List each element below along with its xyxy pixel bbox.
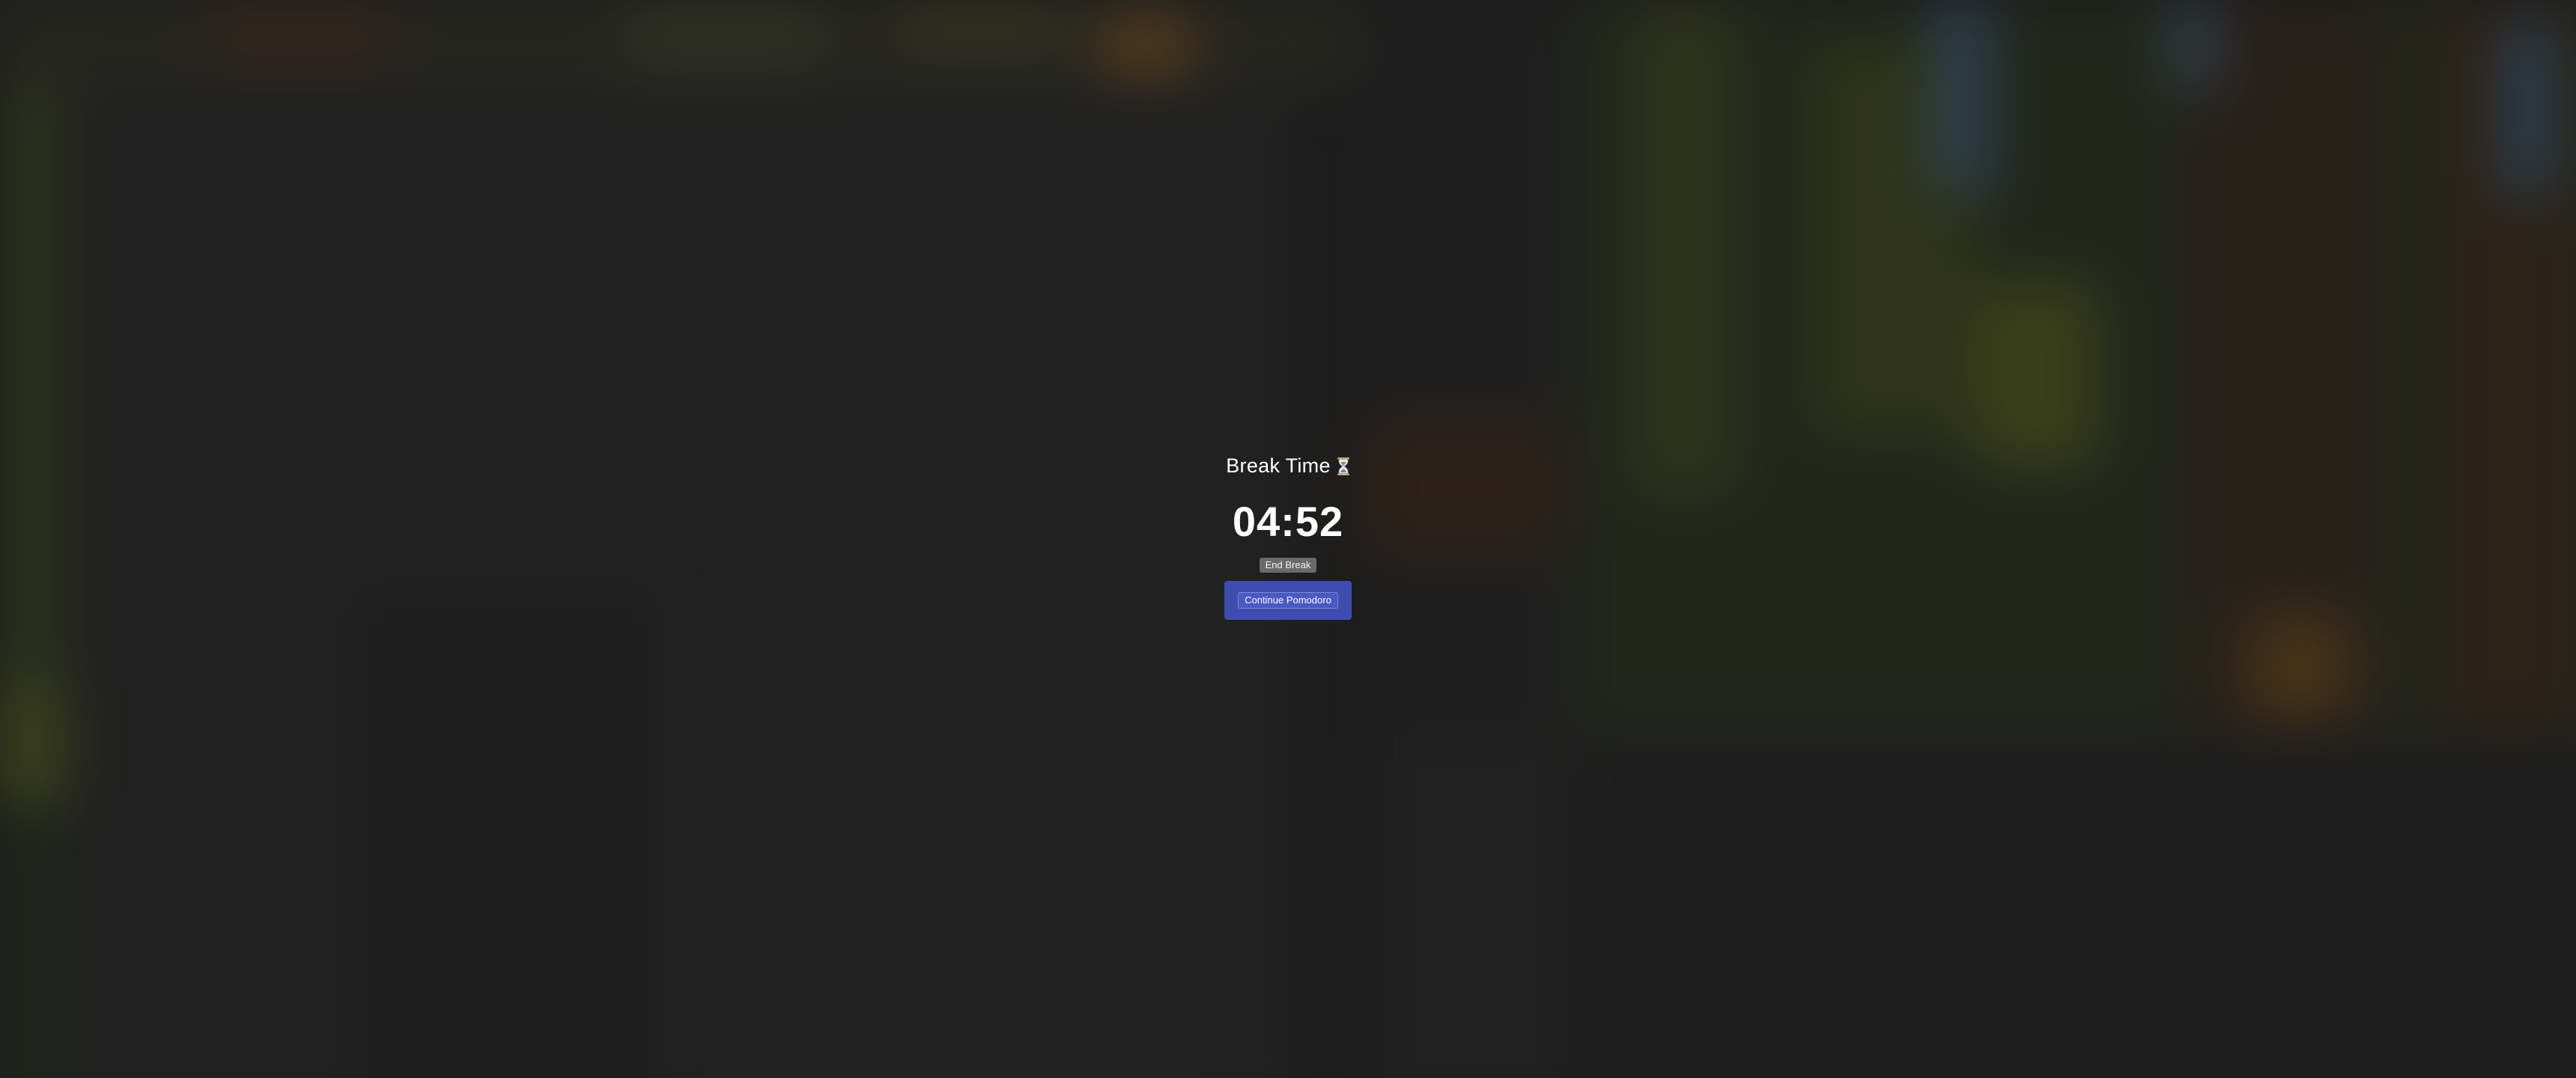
screen: Break Time 04:52 End Break Continue Pomo… bbox=[0, 0, 2576, 1078]
end-break-button[interactable]: End Break bbox=[1259, 558, 1317, 573]
continue-pomodoro-button[interactable]: Continue Pomodoro bbox=[1238, 592, 1338, 609]
continue-pomodoro-container[interactable]: Continue Pomodoro bbox=[1224, 581, 1352, 620]
break-title-text: Break Time bbox=[1226, 454, 1331, 477]
hourglass-icon bbox=[1337, 457, 1350, 475]
break-overlay: Break Time 04:52 End Break Continue Pomo… bbox=[1138, 442, 1438, 651]
break-timer: 04:52 bbox=[1232, 498, 1344, 545]
break-title: Break Time bbox=[1226, 454, 1350, 478]
